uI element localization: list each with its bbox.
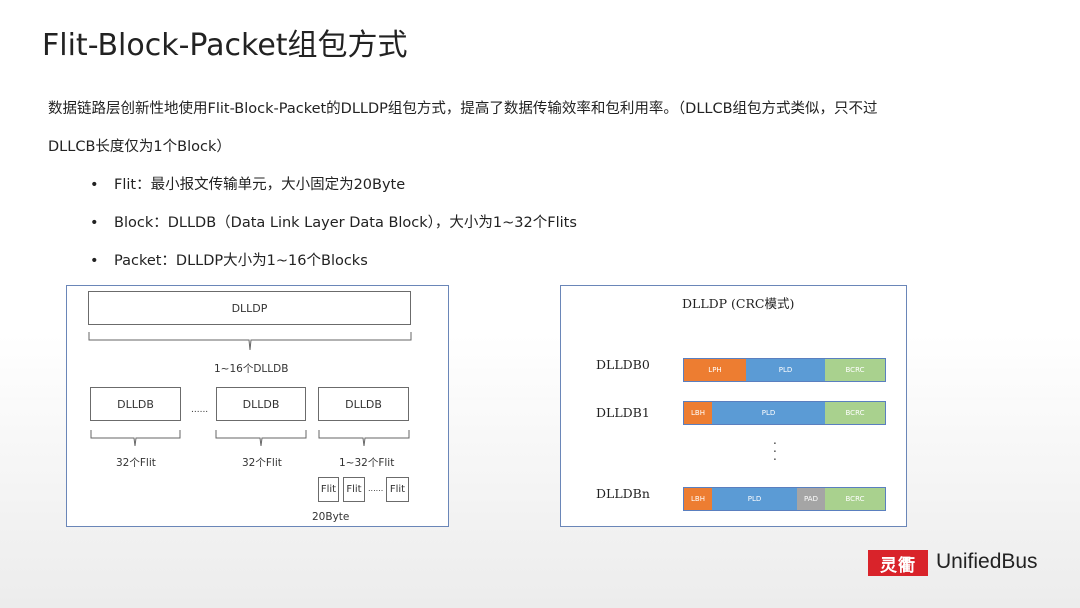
- flit-size-label: 20Byte: [312, 511, 350, 523]
- lbh-segment: LBH: [684, 488, 712, 510]
- flit-box-3: Flit: [386, 477, 409, 502]
- bullet-text: Packet：DLLDP大小为1~16个Blocks: [114, 253, 368, 269]
- bullet-dot-icon: •: [90, 215, 99, 231]
- brand-logo-text: UnifiedBus: [936, 550, 1038, 574]
- dlldb-ellipsis: ......: [191, 405, 209, 415]
- dlldb-count-label: 1~16个DLLDB: [214, 363, 289, 375]
- row-label-dlldbn: DLLDBn: [596, 486, 650, 501]
- dlldb-box-1: DLLDB: [90, 387, 181, 421]
- pld-segment: PLD: [746, 359, 825, 381]
- flit-box-1: Flit: [318, 477, 339, 502]
- intro-line-1: 数据链路层创新性地使用Flit-Block-Packet的DLLDP组包方式，提…: [48, 101, 878, 117]
- dlldb-braces: [90, 430, 410, 447]
- dlldp-brace: [88, 332, 412, 351]
- flit-box-2: Flit: [343, 477, 365, 502]
- flit-count-b: 32个Flit: [242, 457, 282, 469]
- bcrc-segment: BCRC: [825, 488, 885, 510]
- bullet-packet: • Packet：DLLDP大小为1~16个Blocks: [90, 249, 368, 270]
- flit-count-a: 32个Flit: [116, 457, 156, 469]
- bullet-block: • Block：DLLDB（Data Link Layer Data Block）…: [90, 211, 577, 232]
- bcrc-segment: BCRC: [825, 359, 885, 381]
- brand-logo-mark: 灵衢: [868, 550, 928, 576]
- row-label-dlldb1: DLLDB1: [596, 405, 650, 420]
- pld-segment: PLD: [712, 402, 825, 424]
- bcrc-segment: BCRC: [825, 402, 885, 424]
- dlldb1-bar: LBH PLD BCRC: [683, 401, 886, 425]
- bullet-flit: • Flit：最小报文传输单元，大小固定为20Byte: [90, 173, 405, 194]
- flit-count-c: 1~32个Flit: [339, 457, 395, 469]
- flit-ellipsis: ......: [368, 484, 384, 493]
- brand-name: UnifiedBus: [936, 550, 1038, 573]
- dlldb-box-2: DLLDB: [216, 387, 306, 421]
- dlldb0-bar: LPH PLD BCRC: [683, 358, 886, 382]
- bullet-text: Block：DLLDB（Data Link Layer Data Block），…: [114, 215, 577, 231]
- lph-segment: LPH: [684, 359, 746, 381]
- bullet-dot-icon: •: [90, 253, 99, 269]
- dlldp-box: DLLDP: [88, 291, 411, 325]
- intro-line-2: DLLCB长度仅为1个Block）: [48, 139, 231, 155]
- pad-segment: PAD: [797, 488, 825, 510]
- page-title: Flit-Block-Packet组包方式: [42, 28, 408, 63]
- lbh-segment: LBH: [684, 402, 712, 424]
- bullet-dot-icon: •: [90, 177, 99, 193]
- pld-segment: PLD: [712, 488, 797, 510]
- dlldbn-bar: LBH PLD PAD BCRC: [683, 487, 886, 511]
- crc-diagram-title: DLLDP (CRC模式): [682, 296, 795, 311]
- dlldb-box-3: DLLDB: [318, 387, 409, 421]
- vertical-ellipsis: . . .: [773, 433, 777, 463]
- bullet-text: Flit：最小报文传输单元，大小固定为20Byte: [114, 177, 406, 193]
- row-label-dlldb0: DLLDB0: [596, 357, 650, 372]
